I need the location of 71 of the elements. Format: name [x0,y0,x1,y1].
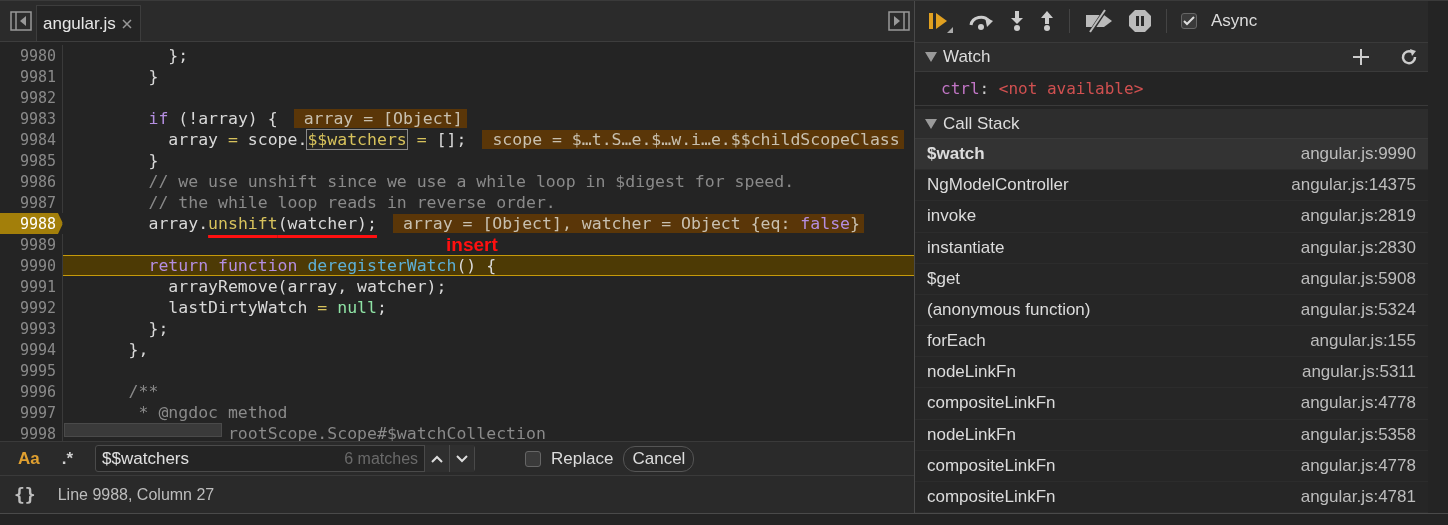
code-line: return function deregisterWatch() { [147,256,497,275]
code-line: // the while loop reads in reverse order. [147,193,556,212]
frame-location: angular.js:9990 [1300,144,1416,165]
frame-location: angular.js:5358 [1300,424,1416,445]
code-line: }; [167,46,189,65]
function-name: compositeLinkFn [927,393,1056,414]
cursor-position: Line 9988, Column 27 [57,485,215,504]
function-name: nodeLinkFn [927,424,1016,445]
expand-triangle-icon [925,118,937,129]
search-field[interactable]: $$watchers 6 matches [95,445,476,472]
frame-location: angular.js:4778 [1300,393,1416,414]
frame-location: angular.js:2830 [1300,237,1416,258]
file-tab[interactable]: angular.js [36,5,141,41]
pause-on-exceptions-icon[interactable] [1128,9,1152,34]
frame-location: angular.js:4778 [1300,455,1416,476]
step-into-icon[interactable] [1009,10,1025,33]
code-line: arrayRemove(array, watcher); [167,277,447,296]
cancel-button[interactable]: Cancel [623,445,695,472]
section-title: Watch [943,47,991,68]
previous-match-button[interactable] [424,445,450,472]
deactivate-breakpoints-icon[interactable] [1084,9,1114,34]
code-line: /** [127,382,159,401]
section-title: Call Stack [943,113,1020,134]
frame-location: angular.js:5311 [1301,362,1416,383]
code-line: }, [127,340,149,359]
breakpoint-marker[interactable]: 9988 [0,213,63,234]
search-input[interactable]: $$watchers [96,448,345,469]
function-name: nodeLinkFn [927,362,1016,383]
match-count: 6 matches [344,449,420,468]
function-name: compositeLinkFn [927,487,1056,507]
code-line: lastDirtyWatch = null; [167,298,387,317]
next-match-button[interactable] [449,445,475,472]
scrollbar-thumb[interactable] [64,423,222,437]
watch-header[interactable]: Watch [915,42,1428,73]
step-out-icon[interactable] [1039,10,1055,33]
frame-location: angular.js:5324 [1300,299,1416,320]
replace-label: Replace [551,448,614,469]
code-line: // we use unshift since we use a while loop in $digest for speed. [147,172,795,191]
replace-checkbox[interactable] [525,450,542,467]
frame-location: angular.js:155 [1310,331,1416,352]
call-frame[interactable]: $watch angular.js:9990 [915,139,1428,171]
call-stack-header[interactable]: Call Stack [915,109,1428,139]
refresh-icon[interactable] [1400,48,1418,67]
regex-toggle[interactable]: .* [55,448,80,469]
chevron-down-icon [456,454,469,463]
function-name: instantiate [927,237,1005,258]
function-name: invoke [927,206,977,227]
frame-location: angular.js:5908 [1300,268,1416,289]
code-line: } [147,67,159,86]
code-line: * @ngdoc method [137,403,288,422]
async-checkbox[interactable] [1181,13,1197,30]
code-line: } [147,151,159,170]
frame-location: angular.js:4781 [1300,487,1416,507]
function-name: forEach [927,331,986,352]
add-icon[interactable] [1352,48,1370,67]
close-icon[interactable] [121,18,132,29]
function-name: (anonymous function) [927,299,1091,320]
chevron-up-icon [431,454,444,463]
async-label: Async [1211,11,1258,32]
code-line: }; [147,319,169,338]
match-case-toggle[interactable]: Aa [12,448,46,469]
function-name: compositeLinkFn [927,455,1056,476]
line-number[interactable]: 9990 [0,255,63,276]
expand-triangle-icon [925,52,937,63]
frame-location: angular.js:2819 [1300,206,1416,227]
function-name: NgModelController [927,175,1069,196]
function-name: $watch [927,144,985,165]
function-name: $get [927,268,961,289]
pretty-print-button[interactable]: {} [14,484,36,505]
annotation-text: insert [446,234,498,256]
frame-location: angular.js:14375 [1291,175,1416,196]
